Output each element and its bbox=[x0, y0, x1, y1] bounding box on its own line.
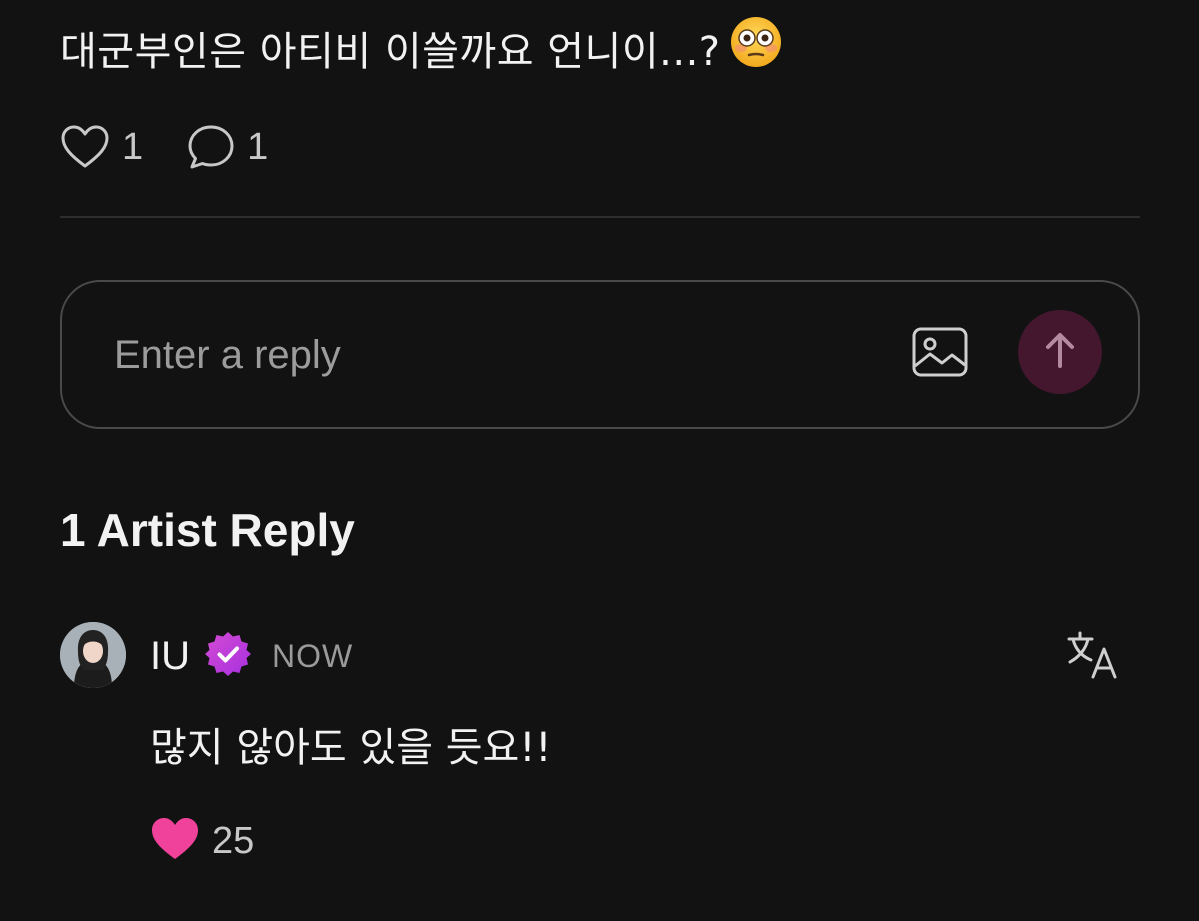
avatar[interactable] bbox=[60, 622, 126, 688]
post-like-button[interactable]: 1 bbox=[60, 122, 143, 172]
author-name[interactable]: IU bbox=[150, 628, 190, 684]
post-actions: 1 1 bbox=[60, 122, 312, 172]
post-like-count: 1 bbox=[122, 126, 144, 168]
arrow-up-icon bbox=[1042, 330, 1078, 375]
flushed-face-emoji-icon bbox=[729, 15, 783, 86]
reply-like-button[interactable]: 25 bbox=[150, 814, 254, 868]
divider bbox=[60, 216, 1140, 218]
post-text-content: 대군부인은 아티비 이쓸까요 언니이...? bbox=[60, 29, 721, 75]
send-reply-button[interactable] bbox=[1018, 310, 1102, 394]
heart-filled-icon bbox=[150, 816, 200, 867]
post-comment-count: 1 bbox=[247, 126, 269, 168]
reply-author-row: IU NOW bbox=[150, 628, 353, 684]
attach-image-button[interactable] bbox=[910, 324, 970, 382]
artist-reply-text: 많지 않아도 있을 듯요!! bbox=[150, 725, 552, 771]
verified-badge-icon bbox=[204, 630, 252, 683]
post-detail-page: 대군부인은 아티비 이쓸까요 언니이...? 1 1 Enter a reply… bbox=[0, 0, 1199, 921]
speech-bubble-icon bbox=[187, 124, 235, 170]
image-icon bbox=[910, 327, 970, 386]
translate-button[interactable] bbox=[1066, 630, 1120, 680]
post-text: 대군부인은 아티비 이쓸까요 언니이...? bbox=[60, 16, 783, 86]
reply-like-count: 25 bbox=[212, 820, 255, 862]
reply-input[interactable] bbox=[112, 324, 876, 386]
reply-composer bbox=[60, 280, 1140, 429]
translate-icon bbox=[1066, 631, 1120, 684]
heart-outline-icon bbox=[60, 124, 110, 170]
post-comment-button[interactable]: 1 bbox=[187, 122, 268, 172]
reply-timestamp: NOW bbox=[272, 638, 354, 674]
artist-reply-heading: 1 Artist Reply bbox=[60, 504, 355, 556]
